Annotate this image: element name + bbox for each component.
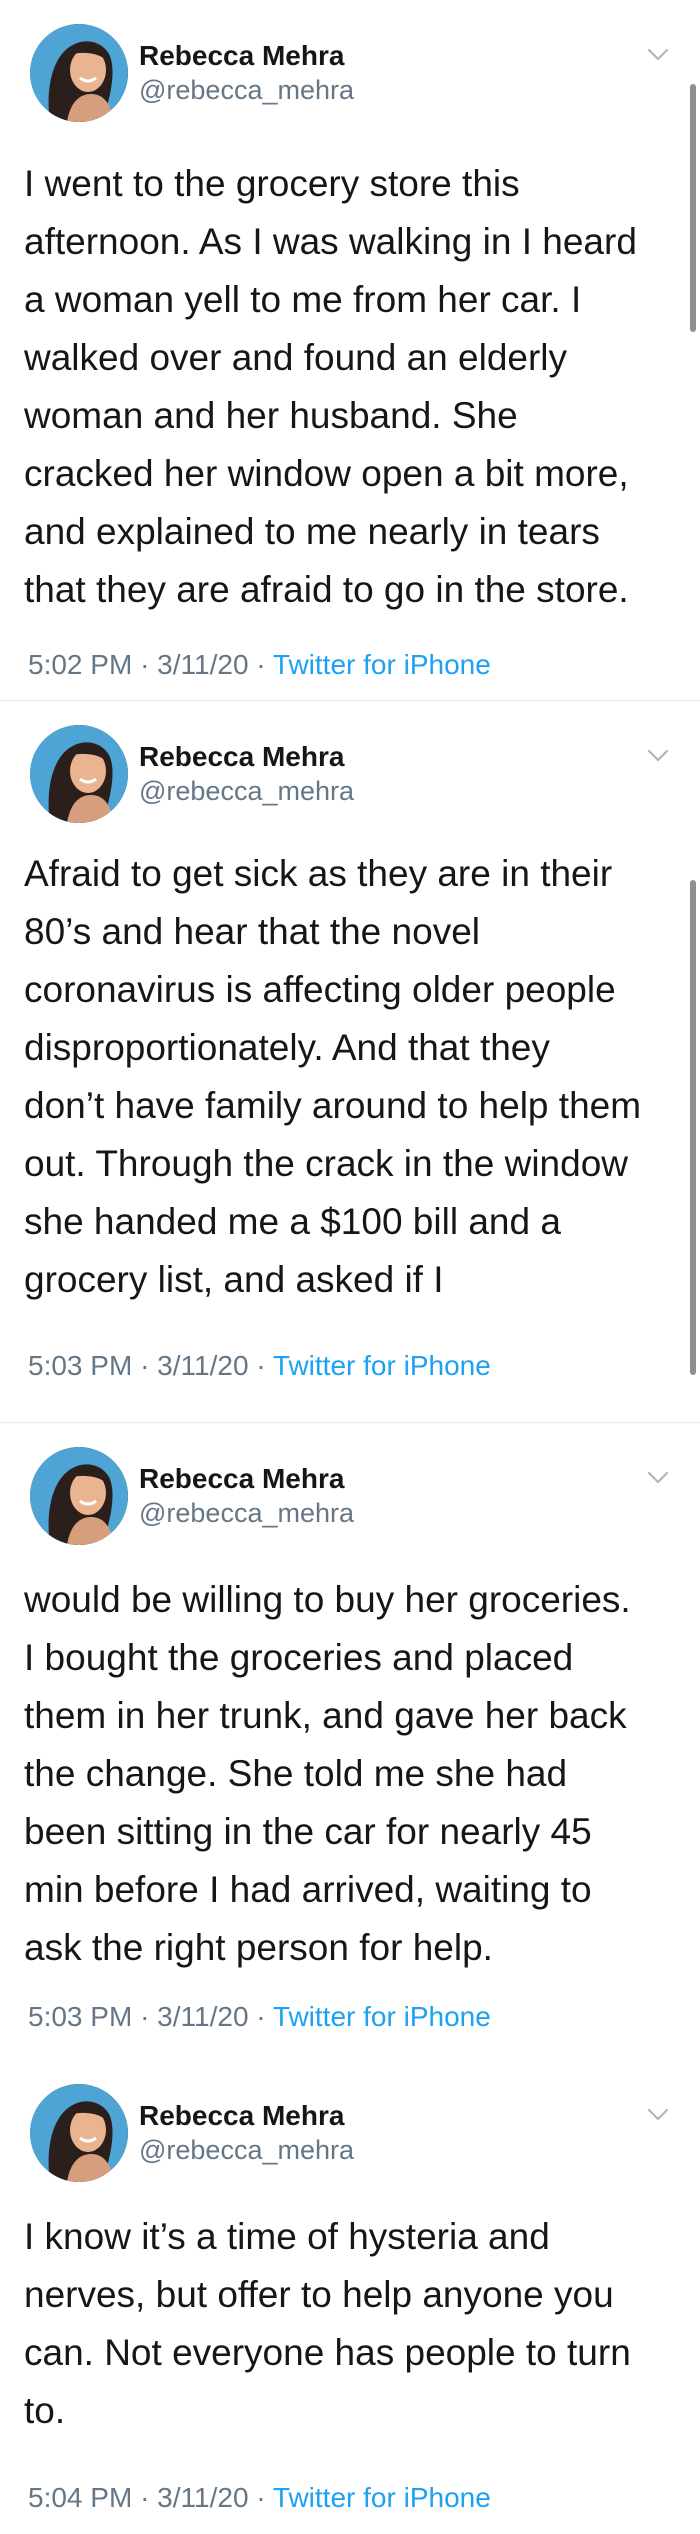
avatar-image [30, 1447, 128, 1545]
meta-separator: · [256, 2482, 266, 2513]
tweet-meta: 5:03 PM · 3/11/20 · Twitter for iPhone [28, 2000, 491, 2034]
meta-separator: · [140, 2001, 150, 2032]
meta-separator: · [256, 649, 266, 680]
tweet-header: Rebecca Mehra @rebecca_mehra [30, 1447, 674, 1547]
author-handle[interactable]: @rebecca_mehra [139, 2134, 354, 2166]
tweet-time[interactable]: 5:02 PM [28, 649, 132, 680]
author-name[interactable]: Rebecca Mehra [139, 2099, 344, 2133]
tweet-card[interactable]: Rebecca Mehra @rebecca_mehra I know it’s… [0, 2060, 700, 2534]
tweet-time[interactable]: 5:04 PM [28, 2482, 132, 2513]
tweet-date[interactable]: 3/11/20 [157, 649, 248, 680]
avatar[interactable] [30, 1447, 128, 1545]
tweet-text: I went to the grocery store this afterno… [24, 163, 637, 610]
chevron-down-icon[interactable] [642, 739, 674, 771]
tweet-date[interactable]: 3/11/20 [157, 1350, 248, 1381]
scrollbar[interactable] [690, 880, 696, 1375]
avatar[interactable] [30, 2084, 128, 2182]
author-handle[interactable]: @rebecca_mehra [139, 74, 354, 106]
tweet-header: Rebecca Mehra @rebecca_mehra [30, 24, 674, 124]
chevron-down-icon[interactable] [642, 38, 674, 70]
tweet-date[interactable]: 3/11/20 [157, 2482, 248, 2513]
tweet-text: I know it’s a time of hysteria and nerve… [24, 2216, 631, 2431]
tweet-source[interactable]: Twitter for iPhone [273, 649, 491, 680]
avatar-image [30, 24, 128, 122]
meta-separator: · [140, 2482, 150, 2513]
avatar-image [30, 2084, 128, 2182]
tweet-header: Rebecca Mehra @rebecca_mehra [30, 2084, 674, 2184]
author-name[interactable]: Rebecca Mehra [139, 1462, 344, 1496]
chevron-down-icon[interactable] [642, 2098, 674, 2130]
tweet-card[interactable]: Rebecca Mehra @rebecca_mehra Afraid to g… [0, 700, 700, 1422]
avatar-image [30, 725, 128, 823]
meta-separator: · [256, 1350, 266, 1381]
avatar[interactable] [30, 24, 128, 122]
tweet-source[interactable]: Twitter for iPhone [273, 2482, 491, 2513]
tweet-card[interactable]: Rebecca Mehra @rebecca_mehra would be wi… [0, 1422, 700, 2060]
tweet-meta: 5:04 PM · 3/11/20 · Twitter for iPhone [28, 2481, 491, 2515]
author-name[interactable]: Rebecca Mehra [139, 39, 344, 73]
tweet-time[interactable]: 5:03 PM [28, 2001, 132, 2032]
author-handle[interactable]: @rebecca_mehra [139, 1497, 354, 1529]
tweet-meta: 5:02 PM · 3/11/20 · Twitter for iPhone [28, 648, 491, 682]
tweet-time[interactable]: 5:03 PM [28, 1350, 132, 1381]
tweet-source[interactable]: Twitter for iPhone [273, 1350, 491, 1381]
author-handle[interactable]: @rebecca_mehra [139, 775, 354, 807]
tweet-date[interactable]: 3/11/20 [157, 2001, 248, 2032]
tweet-meta: 5:03 PM · 3/11/20 · Twitter for iPhone [28, 1349, 491, 1383]
author-name[interactable]: Rebecca Mehra [139, 740, 344, 774]
meta-separator: · [256, 2001, 266, 2032]
tweet-text: would be willing to buy her groceries. I… [24, 1579, 631, 1968]
chevron-down-icon[interactable] [642, 1461, 674, 1493]
meta-separator: · [140, 649, 150, 680]
tweet-header: Rebecca Mehra @rebecca_mehra [30, 725, 674, 825]
avatar[interactable] [30, 725, 128, 823]
tweet-card[interactable]: Rebecca Mehra @rebecca_mehra I went to t… [0, 0, 700, 700]
meta-separator: · [140, 1350, 150, 1381]
scrollbar[interactable] [690, 84, 696, 332]
tweet-source[interactable]: Twitter for iPhone [273, 2001, 491, 2032]
tweet-text: Afraid to get sick as they are in their … [24, 853, 642, 1300]
